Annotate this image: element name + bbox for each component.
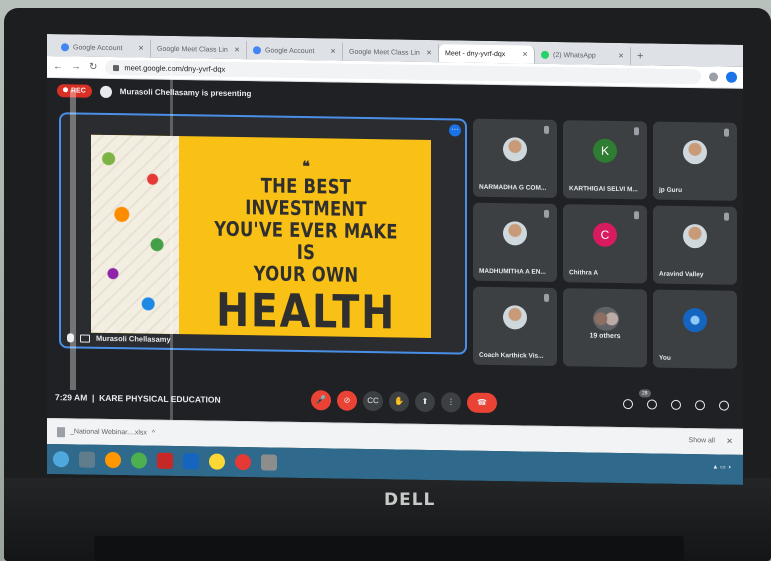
people-icon[interactable] (647, 399, 657, 410)
mic-off-icon (724, 212, 729, 221)
group-avatar (593, 306, 619, 331)
close-icon[interactable]: ✕ (426, 49, 432, 57)
reload-icon[interactable]: ↻ (89, 62, 97, 73)
chrome-icon[interactable] (235, 453, 251, 471)
browser-tab[interactable]: Google Account ✕ (247, 41, 343, 61)
activities-icon[interactable] (695, 400, 705, 411)
slide-headline: HEALTH (216, 282, 396, 339)
new-tab-button[interactable]: + (631, 47, 649, 65)
meeting-info: 7:29 AM | KARE PHYSICAL EDUCATION (55, 392, 221, 405)
info-icon[interactable] (623, 399, 633, 410)
screen-reflection (170, 60, 173, 420)
task-view-icon[interactable] (79, 451, 95, 468)
participant-tile[interactable]: MADHUMITHA A EN... (473, 202, 557, 283)
browser-tab[interactable]: (2) WhatsApp ✕ (535, 45, 631, 66)
avatar: C (593, 222, 617, 247)
side-panel-icons (623, 399, 729, 411)
presentation-stage[interactable]: ⋯ ❝ THE BEST INVESTMENT YOU'VE EVER MAKE… (59, 112, 467, 355)
control-buttons: 🎤 ⊘ CC ✋ ⬆ ⋮ ☎ (311, 390, 497, 414)
avatar (683, 139, 707, 165)
forward-icon[interactable]: → (71, 61, 81, 72)
app-icon[interactable] (157, 452, 173, 469)
close-icon[interactable]: ✕ (522, 50, 528, 58)
lock-icon (113, 64, 120, 71)
others-tile[interactable]: 19 others (563, 288, 647, 368)
back-icon[interactable]: ← (53, 61, 63, 72)
mic-off-icon (544, 125, 549, 134)
host-controls-icon[interactable] (719, 400, 729, 411)
close-icon[interactable]: ✕ (618, 52, 624, 60)
participant-count-badge: 28 (639, 389, 651, 398)
presentation-slide: ❝ THE BEST INVESTMENT YOU'VE EVER MAKE I… (91, 134, 431, 339)
browser-tab[interactable]: Google Meet Class Lin ✕ (47, 42, 439, 87)
mic-off-icon (544, 293, 549, 302)
participant-tile[interactable]: NARMADHA G COM... (473, 118, 557, 199)
presenter-label: Murasoli Chellasamy (67, 333, 171, 344)
screen-reflection (70, 90, 76, 390)
avatar (503, 137, 527, 162)
system-tray: ▲ ▭ ◑ (712, 464, 731, 471)
file-icon (57, 426, 65, 437)
slide-line: YOU'VE EVER MAKE IS (214, 216, 398, 265)
start-icon[interactable] (53, 451, 69, 468)
participant-tile[interactable]: K KARTHIGAI SELVI M... (563, 120, 647, 200)
google-icon (61, 43, 69, 52)
extension-icon[interactable] (709, 72, 718, 82)
close-icon[interactable]: ✕ (234, 46, 240, 54)
slide-text: ❝ THE BEST INVESTMENT YOU'VE EVER MAKE I… (181, 136, 431, 338)
chevron-up-icon[interactable]: ^ (152, 430, 155, 437)
camera-toggle-button[interactable]: ⊘ (337, 390, 357, 411)
google-icon (253, 46, 261, 55)
show-all-button[interactable]: Show all (689, 437, 715, 444)
raise-hand-button[interactable]: ✋ (389, 391, 409, 412)
laptop-hinge (94, 536, 684, 561)
presenting-text: Murasoli Chellasamy is presenting (119, 87, 252, 99)
more-options-icon[interactable]: ⋯ (449, 124, 461, 137)
browser-tab-active[interactable]: Meet - dny-yvrf-dqx ✕ (47, 44, 535, 87)
firefox-icon[interactable] (105, 451, 121, 469)
self-tile[interactable]: You (653, 289, 737, 369)
browser-tab[interactable]: Google Meet Class Lin ✕ (47, 39, 247, 87)
folder-icon[interactable] (261, 454, 277, 471)
mic-off-icon (724, 128, 729, 137)
present-button[interactable]: ⬆ (415, 391, 435, 413)
avatar (503, 221, 527, 246)
chrome-icon[interactable] (131, 452, 147, 469)
more-options-button[interactable]: ⋮ (441, 392, 461, 413)
word-icon[interactable] (183, 453, 199, 470)
captions-button[interactable]: CC (363, 390, 383, 412)
participant-tile[interactable]: Coach Karthick Vis... (473, 286, 557, 367)
presenting-bar: REC Murasoli Chellasamy is presenting (57, 84, 251, 100)
close-icon[interactable]: ✕ (726, 437, 733, 446)
profile-avatar[interactable] (726, 71, 737, 83)
participant-tile[interactable]: Aravind Valley (653, 205, 737, 285)
mic-off-icon (634, 127, 639, 136)
record-dot-icon (63, 87, 68, 93)
end-call-button[interactable]: ☎ (467, 392, 497, 414)
mic-off-icon (634, 211, 639, 220)
browser-tab[interactable]: Google Account ✕ (55, 38, 151, 58)
laptop-screen: Google Account ✕ Google Meet Class Lin ✕ G… (47, 34, 743, 485)
avatar (503, 305, 527, 330)
brand-logo: DELL (384, 490, 436, 510)
avatar (683, 307, 707, 333)
participant-tile[interactable]: jp Guru (653, 121, 737, 201)
presenter-icon (99, 85, 112, 98)
doodle-illustration (91, 134, 179, 335)
mic-toggle-button[interactable]: 🎤 (311, 390, 331, 411)
meet-window: REC Murasoli Chellasamy is presenting ⋯ … (47, 78, 743, 429)
chat-icon[interactable] (671, 399, 681, 410)
mic-off-icon (544, 209, 549, 218)
present-screen-icon (80, 334, 90, 343)
participant-grid: NARMADHA G COM... K KARTHIGAI SELVI M... … (473, 118, 737, 369)
avatar (683, 223, 707, 249)
whatsapp-icon (541, 50, 549, 59)
slide-line: THE BEST INVESTMENT (245, 173, 367, 222)
close-icon[interactable]: ✕ (138, 44, 144, 52)
avatar: K (593, 138, 617, 163)
close-icon[interactable]: ✕ (330, 47, 336, 55)
download-item[interactable]: _National Webinar....xlsx ^ (57, 426, 155, 439)
participant-tile[interactable]: C Chithra A (563, 204, 647, 284)
chrome-icon[interactable] (209, 453, 225, 470)
